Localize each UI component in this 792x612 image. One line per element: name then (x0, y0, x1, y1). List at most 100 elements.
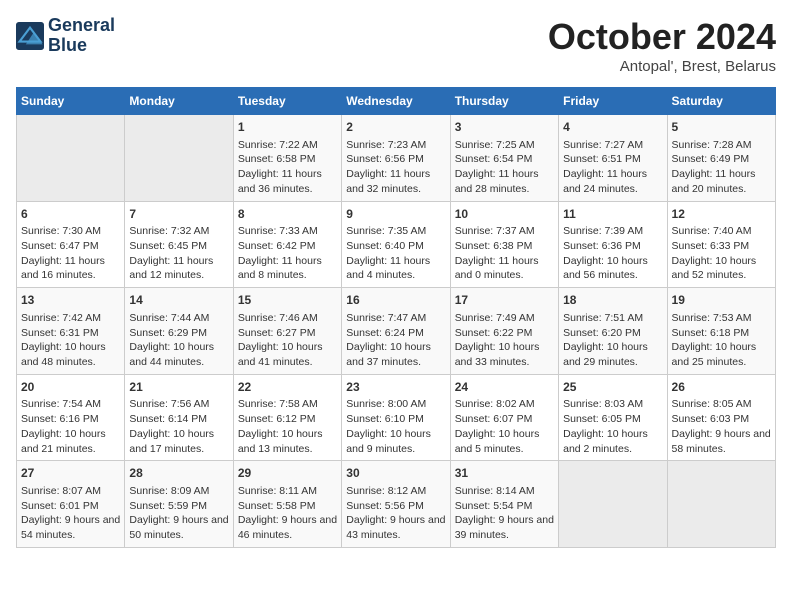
day-number: 2 (346, 119, 445, 136)
day-info: Daylight: 10 hours and 41 minutes. (238, 340, 337, 369)
calendar-cell: 17Sunrise: 7:49 AMSunset: 6:22 PMDayligh… (450, 288, 558, 375)
calendar-week-2: 6Sunrise: 7:30 AMSunset: 6:47 PMDaylight… (17, 201, 776, 288)
title-area: October 2024 Antopal', Brest, Belarus (548, 16, 776, 75)
day-number: 8 (238, 206, 337, 223)
calendar-week-3: 13 Sunrise: 7:42 AMSunset: 6:31 PM Dayligh… (17, 288, 776, 375)
day-info: Daylight: 11 hours and 32 minutes. (346, 167, 445, 196)
day-info: Sunset: 6:29 PM (129, 326, 228, 341)
page-header: General Blue October 2024 Antopal', Bres… (16, 16, 776, 75)
day-info: Sunrise: 7:42 AM (21, 311, 120, 326)
day-number: 16 (346, 292, 445, 309)
day-info: Sunrise: 7:58 AM (238, 397, 337, 412)
day-info: Sunset: 6:31 PM (21, 326, 120, 341)
day-info: Daylight: 11 hours and 20 minutes. (672, 167, 771, 196)
day-info: Sunrise: 7:33 AM (238, 224, 337, 239)
day-info: Sunrise: 7:44 AM (129, 311, 228, 326)
day-info: Daylight: 9 hours and 54 minutes. (21, 513, 120, 542)
day-number: 12 (672, 206, 771, 223)
calendar-cell: 1Sunrise: 7:22 AMSunset: 6:58 PMDaylight… (233, 115, 341, 202)
day-number: 25 (563, 379, 662, 396)
day-info: Sunrise: 8:02 AM (455, 397, 554, 412)
day-info: Sunset: 6:16 PM (21, 412, 120, 427)
day-info: Daylight: 10 hours and 37 minutes. (346, 340, 445, 369)
day-number: 4 (563, 119, 662, 136)
day-info: Sunrise: 7:23 AM (346, 138, 445, 153)
day-info: Sunrise: 7:40 AM (672, 224, 771, 239)
day-number: 31 (455, 465, 554, 482)
day-info: Daylight: 10 hours and 9 minutes. (346, 427, 445, 456)
day-info: Sunset: 6:36 PM (563, 239, 662, 254)
day-info: Sunrise: 7:56 AM (129, 397, 228, 412)
day-info: Daylight: 11 hours and 36 minutes. (238, 167, 337, 196)
day-info: Daylight: 9 hours and 50 minutes. (129, 513, 228, 542)
day-info: Sunrise: 8:09 AM (129, 484, 228, 499)
calendar-cell: 27Sunrise: 8:07 AMSunset: 6:01 PMDayligh… (17, 461, 125, 548)
calendar-cell: 22Sunrise: 7:58 AMSunset: 6:12 PMDayligh… (233, 374, 341, 461)
day-number: 27 (21, 465, 120, 482)
calendar-cell: 14Sunrise: 7:44 AMSunset: 6:29 PMDayligh… (125, 288, 233, 375)
calendar-cell (125, 115, 233, 202)
day-info: Daylight: 11 hours and 16 minutes. (21, 254, 120, 283)
weekday-header-friday: Friday (559, 88, 667, 115)
day-info: Sunset: 6:01 PM (21, 499, 120, 514)
day-number: 28 (129, 465, 228, 482)
day-number: 5 (672, 119, 771, 136)
day-info: Daylight: 9 hours and 43 minutes. (346, 513, 445, 542)
day-info: Sunrise: 7:28 AM (672, 138, 771, 153)
calendar-cell (667, 461, 775, 548)
calendar-cell: 11Sunrise: 7:39 AMSunset: 6:36 PMDayligh… (559, 201, 667, 288)
calendar-cell: 9Sunrise: 7:35 AMSunset: 6:40 PMDaylight… (342, 201, 450, 288)
day-info: Daylight: 10 hours and 13 minutes. (238, 427, 337, 456)
day-info: Sunset: 6:54 PM (455, 152, 554, 167)
day-number: 30 (346, 465, 445, 482)
day-info: Sunrise: 7:46 AM (238, 311, 337, 326)
day-info: Sunset: 6:49 PM (672, 152, 771, 167)
day-number: 20 (21, 379, 120, 396)
day-info: Sunrise: 7:37 AM (455, 224, 554, 239)
day-info: Sunrise: 8:00 AM (346, 397, 445, 412)
logo-line1: General (48, 16, 115, 36)
day-info: Daylight: 9 hours and 39 minutes. (455, 513, 554, 542)
day-number: 26 (672, 379, 771, 396)
location-subtitle: Antopal', Brest, Belarus (548, 58, 776, 75)
logo-icon (16, 22, 44, 50)
day-info: Daylight: 10 hours and 17 minutes. (129, 427, 228, 456)
day-info: Sunset: 6:27 PM (238, 326, 337, 341)
day-info: Sunset: 5:58 PM (238, 499, 337, 514)
day-info: Sunset: 6:18 PM (672, 326, 771, 341)
calendar-cell: 31Sunrise: 8:14 AMSunset: 5:54 PMDayligh… (450, 461, 558, 548)
calendar-cell: 7Sunrise: 7:32 AMSunset: 6:45 PMDaylight… (125, 201, 233, 288)
day-info: Sunrise: 8:03 AM (563, 397, 662, 412)
calendar-cell: 3Sunrise: 7:25 AMSunset: 6:54 PMDaylight… (450, 115, 558, 202)
calendar-cell: 29Sunrise: 8:11 AMSunset: 5:58 PMDayligh… (233, 461, 341, 548)
day-info: Daylight: 11 hours and 12 minutes. (129, 254, 228, 283)
calendar-cell: 18Sunrise: 7:51 AMSunset: 6:20 PMDayligh… (559, 288, 667, 375)
calendar-week-5: 27Sunrise: 8:07 AMSunset: 6:01 PMDayligh… (17, 461, 776, 548)
day-info: Sunset: 6:42 PM (238, 239, 337, 254)
day-info: Sunrise: 7:54 AM (21, 397, 120, 412)
day-number: 29 (238, 465, 337, 482)
day-info: Daylight: 10 hours and 56 minutes. (563, 254, 662, 283)
calendar-cell: 4Sunrise: 7:27 AMSunset: 6:51 PMDaylight… (559, 115, 667, 202)
day-info: Sunset: 6:56 PM (346, 152, 445, 167)
day-number: 13 (21, 292, 120, 309)
day-info: Daylight: 10 hours and 33 minutes. (455, 340, 554, 369)
calendar-cell: 25Sunrise: 8:03 AMSunset: 6:05 PMDayligh… (559, 374, 667, 461)
day-number: 22 (238, 379, 337, 396)
day-info: Sunset: 6:45 PM (129, 239, 228, 254)
day-number: 15 (238, 292, 337, 309)
calendar-cell (559, 461, 667, 548)
day-number: 23 (346, 379, 445, 396)
calendar-cell: 26Sunrise: 8:05 AMSunset: 6:03 PMDayligh… (667, 374, 775, 461)
day-info: Sunrise: 7:32 AM (129, 224, 228, 239)
day-info: Sunset: 6:20 PM (563, 326, 662, 341)
day-number: 21 (129, 379, 228, 396)
day-info: Sunrise: 7:49 AM (455, 311, 554, 326)
day-info: Daylight: 11 hours and 0 minutes. (455, 254, 554, 283)
calendar-cell: 15 Sunrise: 7:46 AMSunset: 6:27 PMDayligh… (233, 288, 341, 375)
logo: General Blue (16, 16, 115, 56)
calendar-week-4: 20Sunrise: 7:54 AMSunset: 6:16 PM Dayligh… (17, 374, 776, 461)
calendar-cell: 21Sunrise: 7:56 AMSunset: 6:14 PMDayligh… (125, 374, 233, 461)
calendar-cell: 24Sunrise: 8:02 AMSunset: 6:07 PMDayligh… (450, 374, 558, 461)
day-info: Sunset: 6:51 PM (563, 152, 662, 167)
